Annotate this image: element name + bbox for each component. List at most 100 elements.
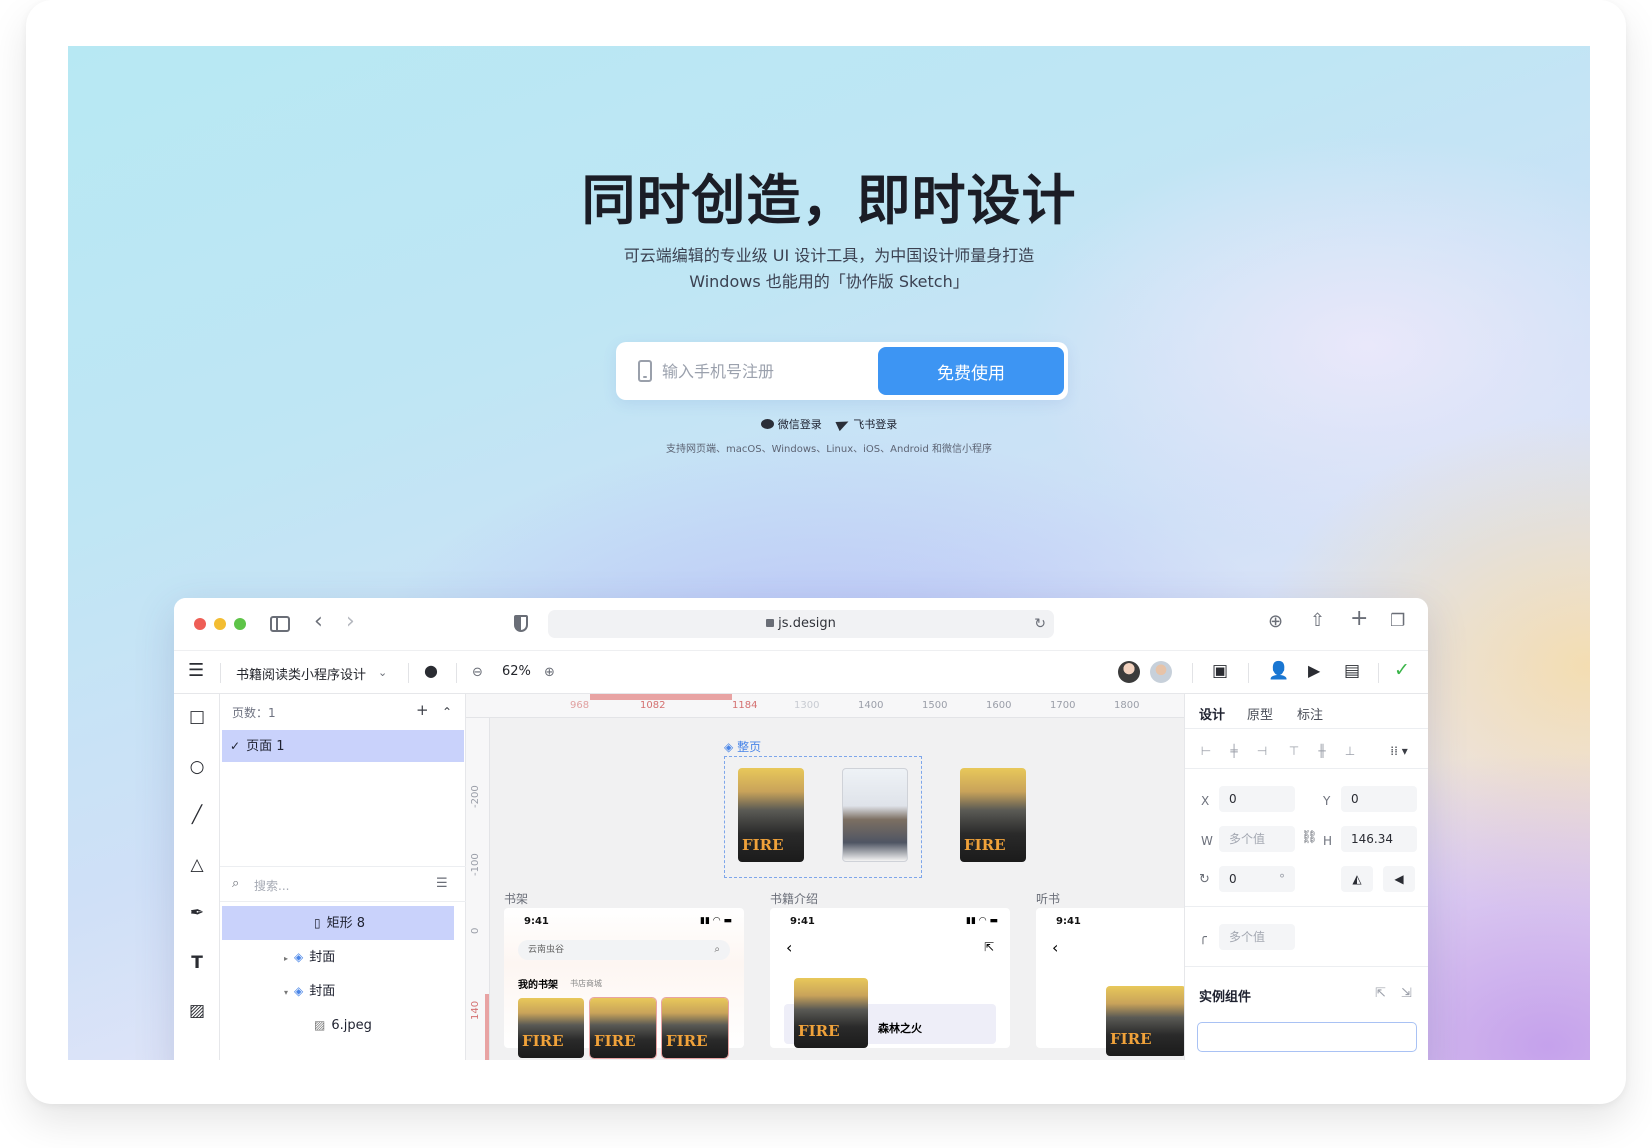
tab-my-shelf[interactable]: 我的书架: [518, 976, 558, 991]
download-icon[interactable]: ⊕: [1268, 613, 1283, 631]
component-icon: ◈: [294, 984, 304, 998]
app-toolbar: ☰ 书籍阅读类小程序设计 ⌄ ● ⊖ 62% ⊕ ▣ 👤 ▶ ▤ ✓: [174, 650, 1428, 694]
new-tab-icon[interactable]: +: [1350, 608, 1368, 630]
window-close-icon[interactable]: [194, 618, 206, 630]
feishu-login-link[interactable]: 飞书登录: [835, 416, 897, 432]
avatar[interactable]: [1150, 661, 1172, 683]
window-zoom-icon[interactable]: [234, 618, 246, 630]
free-use-button[interactable]: 免费使用: [878, 347, 1064, 395]
align-center-icon[interactable]: ╪: [1227, 744, 1241, 758]
pen-tool-icon[interactable]: ✒: [188, 904, 206, 922]
flip-horizontal-button[interactable]: ◭: [1341, 866, 1373, 892]
avatar[interactable]: [1118, 661, 1140, 683]
layer-row[interactable]: ▸ ◈ 封面: [222, 940, 454, 974]
reload-icon[interactable]: ↻: [1034, 610, 1046, 638]
book-cover-fire[interactable]: [794, 978, 868, 1048]
filter-icon[interactable]: ☰: [436, 876, 448, 892]
image-tool-icon[interactable]: ▨: [188, 1002, 206, 1020]
share-people-icon[interactable]: 👤: [1268, 663, 1289, 680]
tab-store[interactable]: 书店商城: [570, 978, 602, 989]
layer-row[interactable]: ▯ 矩形 8: [222, 906, 454, 940]
align-bottom-icon[interactable]: ⊥: [1343, 744, 1357, 758]
h-field[interactable]: 146.34: [1341, 826, 1417, 852]
layer-row[interactable]: ▾ ◈ 封面: [222, 974, 454, 1008]
tab-prototype[interactable]: 原型: [1247, 704, 1273, 723]
frame-label[interactable]: ◈ 整页: [724, 738, 761, 755]
y-field[interactable]: 0: [1341, 786, 1417, 812]
book-cover-fire[interactable]: [661, 997, 729, 1059]
phone-input[interactable]: [662, 356, 862, 386]
align-top-icon[interactable]: ⊤: [1287, 744, 1301, 758]
zoom-out-icon[interactable]: ⊖: [472, 665, 483, 681]
book-cover-fire[interactable]: [589, 997, 657, 1059]
play-icon[interactable]: ▶: [1308, 663, 1320, 679]
rotation-field[interactable]: 0 °: [1219, 866, 1295, 892]
artboard-audiobook[interactable]: 9:41 ‹: [1036, 908, 1184, 1056]
layer-search[interactable]: ⌕ 搜索... ☰: [220, 866, 466, 902]
share-icon[interactable]: ⇱: [984, 940, 994, 954]
artboard-label[interactable]: 听书: [1036, 890, 1060, 907]
layer-label: 封面: [309, 984, 336, 999]
plugin-icon[interactable]: ▣: [1212, 663, 1228, 680]
back-icon[interactable]: ‹: [314, 611, 323, 633]
wechat-login-link[interactable]: 微信登录: [760, 416, 822, 432]
layer-label: 封面: [309, 950, 336, 965]
back-icon[interactable]: ‹: [786, 938, 792, 957]
zoom-level[interactable]: 62%: [502, 664, 531, 679]
tab-design[interactable]: 设计: [1199, 704, 1225, 723]
text-tool-icon[interactable]: T: [188, 954, 206, 972]
address-bar[interactable]: js.design ↻: [548, 610, 1054, 638]
ellipse-tool-icon[interactable]: ○: [188, 758, 206, 776]
book-cover-fire[interactable]: [738, 768, 804, 862]
flip-vertical-button[interactable]: ◀: [1383, 866, 1415, 892]
align-right-icon[interactable]: ⊣: [1255, 744, 1269, 758]
artboard-label[interactable]: 书架: [504, 890, 528, 907]
book-cover-people[interactable]: [842, 768, 908, 862]
artboard-bookshelf[interactable]: 9:41 ▮▮ ◠ ▬ 云南虫谷 ⌕ 我的书架 书店商城: [504, 908, 744, 1059]
collapse-icon[interactable]: ⌃: [442, 704, 452, 720]
book-cover-fire[interactable]: [1106, 986, 1184, 1056]
window-minimize-icon[interactable]: [214, 618, 226, 630]
align-middle-icon[interactable]: ╫: [1315, 744, 1329, 758]
bookshelf-search[interactable]: 云南虫谷 ⌕: [518, 940, 730, 960]
design-canvas[interactable]: 968 1082 1184 1300 1400 1500 1600 1700 1…: [466, 694, 1184, 1060]
tab-annotate[interactable]: 标注: [1297, 704, 1323, 723]
w-field[interactable]: 多个值: [1219, 826, 1295, 852]
go-to-main-icon[interactable]: ⇱: [1375, 986, 1386, 1002]
comment-icon[interactable]: ●: [424, 663, 438, 679]
align-left-icon[interactable]: ⊢: [1199, 744, 1213, 758]
caret-right-icon[interactable]: ▸: [284, 954, 288, 963]
x-field[interactable]: 0: [1219, 786, 1295, 812]
back-icon[interactable]: ‹: [1052, 938, 1058, 957]
book-cover-fire[interactable]: [960, 768, 1026, 862]
artboard-label[interactable]: 书籍介绍: [770, 890, 818, 907]
search-placeholder: 搜索...: [254, 879, 290, 893]
toolbar-divider: [1192, 663, 1193, 683]
tabs-icon[interactable]: ❐: [1390, 613, 1405, 630]
search-icon: ⌕: [232, 876, 240, 891]
line-tool-icon[interactable]: ╱: [188, 806, 206, 824]
layer-row[interactable]: ▨ 6.jpeg: [222, 1008, 454, 1042]
share-icon[interactable]: ⇧: [1310, 612, 1325, 630]
zoom-in-icon[interactable]: ⊕: [544, 665, 555, 681]
book-cover-fire[interactable]: [518, 998, 584, 1058]
menu-icon[interactable]: ☰: [188, 662, 204, 680]
polygon-tool-icon[interactable]: △: [188, 856, 206, 874]
layout-icon[interactable]: ▤: [1344, 663, 1360, 680]
caret-down-icon[interactable]: ▾: [284, 988, 288, 997]
file-name[interactable]: 书籍阅读类小程序设计: [236, 664, 366, 683]
corner-radius-field[interactable]: 多个值: [1219, 924, 1295, 950]
component-select[interactable]: [1197, 1022, 1417, 1052]
add-page-icon[interactable]: +: [416, 702, 429, 718]
page-item[interactable]: ✓ 页面 1: [222, 730, 464, 762]
distribute-icon[interactable]: ⁞⁞ ▾: [1385, 744, 1413, 758]
sidebar-icon[interactable]: [270, 616, 290, 632]
page-label: 页面 1: [246, 739, 285, 754]
constrain-proportions-icon[interactable]: ⛓: [1301, 830, 1318, 846]
forward-icon[interactable]: ›: [346, 611, 355, 633]
rectangle-tool-icon[interactable]: □: [188, 708, 206, 726]
tool-bar: □ ○ ╱ △ ✒ T ▨: [174, 694, 220, 1060]
artboard-book-intro[interactable]: 9:41 ▮▮ ◠ ▬ ‹ ⇱ 森林之火: [770, 908, 1010, 1048]
chevron-down-icon[interactable]: ⌄: [378, 665, 387, 681]
detach-icon[interactable]: ⇲: [1401, 986, 1412, 1002]
